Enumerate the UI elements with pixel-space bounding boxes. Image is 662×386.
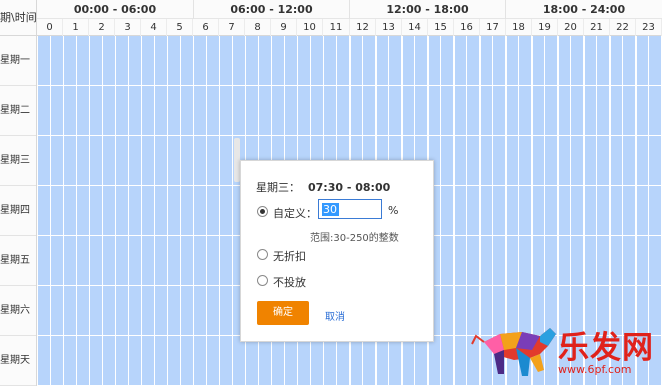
day-label-4[interactable]: 星期五 — [0, 236, 36, 286]
hour-label-0[interactable]: 0 — [37, 19, 63, 36]
hour-label-7[interactable]: 7 — [219, 19, 245, 36]
day-label-2[interactable]: 星期三 — [0, 136, 36, 186]
period-1200-1800[interactable]: 12:00 - 18:00 — [350, 0, 506, 19]
corner-label: 期\时间 — [0, 11, 37, 24]
percent-value: 30 — [323, 203, 337, 216]
period-header-row: 00:00 - 06:00 06:00 - 12:00 12:00 - 18:0… — [37, 0, 662, 19]
hour-divider — [89, 36, 90, 386]
hour-label-8[interactable]: 8 — [245, 19, 271, 36]
hour-header-row: 0 1 2 3 4 5 6 7 8 9 10 11 12 13 14 15 16 17 18 19 20 21 22 23 — [37, 19, 662, 36]
option-custom-label[interactable]: 自定义： — [273, 205, 317, 221]
bull-logo-icon — [471, 328, 556, 376]
hour-label-17[interactable]: 17 — [480, 19, 506, 36]
hour-divider — [115, 36, 116, 386]
hour-label-2[interactable]: 2 — [89, 19, 115, 36]
percent-sign: % — [388, 204, 399, 217]
hour-label-22[interactable]: 22 — [610, 19, 636, 36]
hour-label-6[interactable]: 6 — [193, 19, 219, 36]
hour-divider — [219, 36, 220, 386]
site-watermark: 乐发网 www.6pf.com — [470, 320, 662, 386]
hour-label-9[interactable]: 9 — [271, 19, 297, 36]
hour-label-5[interactable]: 5 — [167, 19, 193, 36]
hour-label-16[interactable]: 16 — [454, 19, 480, 36]
hour-label-21[interactable]: 21 — [584, 19, 610, 36]
hour-divider — [167, 36, 168, 386]
dialog-title: 星期三： 07:30 - 08:00 — [256, 179, 390, 195]
hour-label-11[interactable]: 11 — [323, 19, 350, 36]
option-no-delivery-label[interactable]: 不投放 — [273, 274, 306, 290]
period-0000-0600[interactable]: 00:00 - 06:00 — [37, 0, 194, 19]
option-no-discount-label[interactable]: 无折扣 — [273, 248, 306, 264]
hour-label-13[interactable]: 13 — [376, 19, 402, 36]
confirm-button[interactable]: 确定 — [257, 301, 309, 325]
day-label-column: 星期一 星期二 星期三 星期四 星期五 星期六 星期天 — [0, 36, 37, 386]
dialog-day: 星期三： — [256, 181, 300, 194]
hour-divider — [454, 36, 455, 386]
day-label-6[interactable]: 星期天 — [0, 336, 36, 386]
schedule-page: 期\时间 00:00 - 06:00 06:00 - 12:00 12:00 -… — [0, 0, 662, 386]
radio-no-delivery[interactable] — [257, 275, 268, 286]
dialog-time-range: 07:30 - 08:00 — [308, 181, 391, 194]
hour-label-14[interactable]: 14 — [402, 19, 428, 36]
period-0600-1200[interactable]: 06:00 - 12:00 — [194, 0, 350, 19]
header-corner-cell: 期\时间 — [0, 0, 37, 36]
radio-no-discount[interactable] — [257, 249, 268, 260]
day-label-1[interactable]: 星期二 — [0, 86, 36, 136]
hour-label-12[interactable]: 12 — [350, 19, 376, 36]
hour-label-20[interactable]: 20 — [558, 19, 584, 36]
hour-label-10[interactable]: 10 — [297, 19, 323, 36]
watermark-title: 乐发网 — [558, 330, 654, 366]
range-hint: 范围:30-250的整数 — [310, 233, 399, 244]
hour-divider — [141, 36, 142, 386]
watermark-url: www.6pf.com — [558, 363, 632, 376]
cancel-link[interactable]: 取消 — [325, 308, 345, 323]
hour-label-23[interactable]: 23 — [636, 19, 662, 36]
day-label-5[interactable]: 星期六 — [0, 286, 36, 336]
discount-dialog: 星期三： 07:30 - 08:00 自定义： 30 % 范围:30-250的整数… — [240, 160, 434, 342]
period-1800-2400[interactable]: 18:00 - 24:00 — [506, 0, 662, 19]
day-label-3[interactable]: 星期四 — [0, 186, 36, 236]
hour-label-3[interactable]: 3 — [115, 19, 141, 36]
day-label-0[interactable]: 星期一 — [0, 36, 36, 86]
hour-label-18[interactable]: 18 — [506, 19, 532, 36]
radio-custom[interactable] — [257, 206, 268, 217]
hour-label-19[interactable]: 19 — [532, 19, 558, 36]
hour-divider — [193, 36, 194, 386]
hour-label-1[interactable]: 1 — [63, 19, 89, 36]
hour-label-15[interactable]: 15 — [428, 19, 454, 36]
hour-label-4[interactable]: 4 — [141, 19, 167, 36]
hour-divider — [63, 36, 64, 386]
